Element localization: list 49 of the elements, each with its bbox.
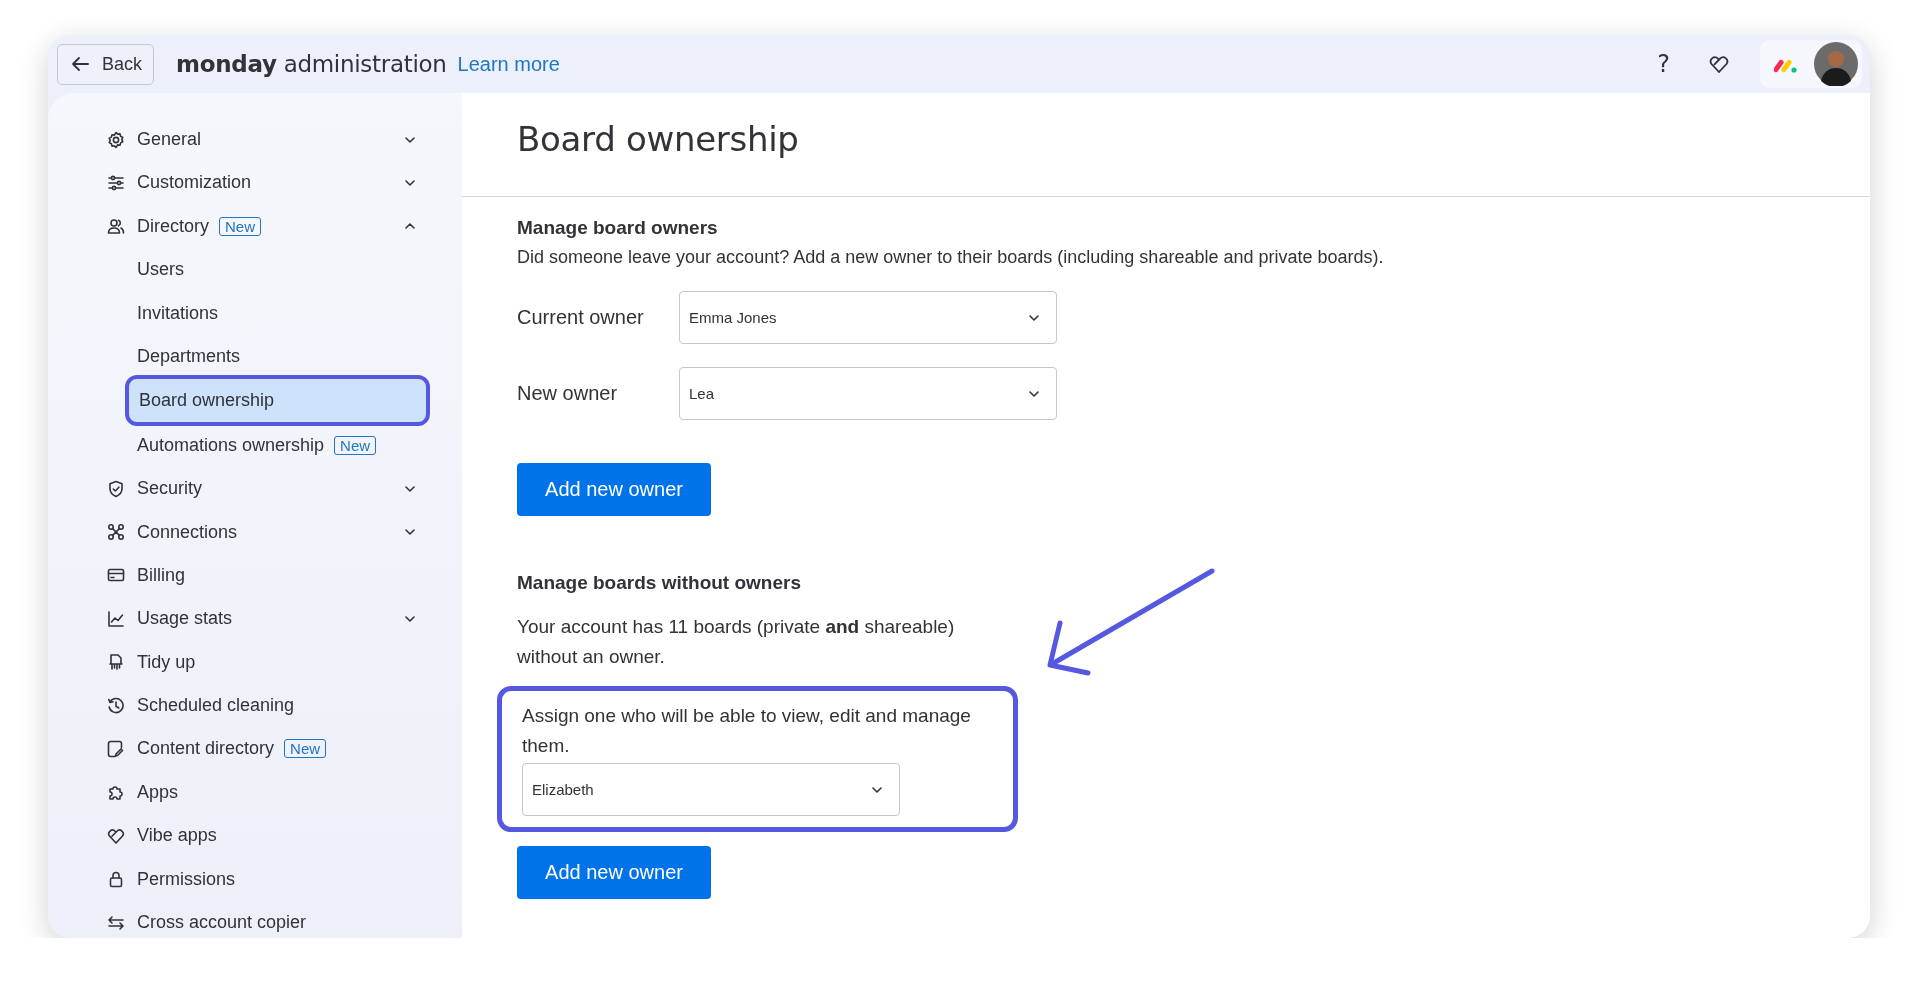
- shield-icon: [106, 478, 126, 499]
- arrow-left-icon: [70, 54, 90, 74]
- learn-more-link[interactable]: Learn more: [457, 52, 560, 76]
- back-button[interactable]: Back: [57, 43, 155, 85]
- owner-dropdown[interactable]: Emma Jones: [679, 291, 1057, 344]
- sidebar-item[interactable]: Automations ownership New: [96, 424, 418, 466]
- sidebar-item[interactable]: Connections: [96, 511, 418, 553]
- section-heading: Manage board owners: [517, 217, 719, 239]
- sidebar-item[interactable]: Billing: [96, 554, 418, 596]
- sidebar-item[interactable]: Tidy up: [96, 641, 418, 683]
- sidebar-item[interactable]: Departments: [96, 335, 418, 377]
- sidebar-item[interactable]: Content directory New: [96, 728, 418, 770]
- note-icon: [106, 738, 126, 759]
- section-heading: Manage boards without owners: [517, 572, 802, 594]
- sidebar-item[interactable]: Scheduled cleaning: [96, 685, 418, 727]
- new-badge: New: [219, 216, 262, 236]
- sidebar-item[interactable]: Usage stats: [96, 598, 418, 640]
- section-description: Did someone leave your account? Add a new owner to their boards (including shareable and private boards).: [517, 246, 1385, 269]
- sidebar-item[interactable]: Users: [96, 249, 418, 291]
- sidebar-item[interactable]: Permissions: [96, 858, 418, 900]
- section-description: Your account has 11 boards (private and shareable) without an owner.: [517, 615, 956, 669]
- sidebar-item[interactable]: Security: [96, 468, 418, 510]
- gear-icon: [106, 129, 126, 150]
- field-label: Current owner: [517, 306, 645, 329]
- sidebar-item[interactable]: Directory New: [96, 205, 418, 247]
- clock-icon: [106, 695, 126, 716]
- new-badge: New: [334, 435, 377, 455]
- sidebar-item[interactable]: Invitations: [96, 292, 418, 334]
- document-icon: [106, 652, 126, 673]
- owner-dropdown[interactable]: Lea: [679, 367, 1057, 420]
- new-badge: New: [284, 739, 327, 759]
- page-title: Board ownership: [517, 119, 800, 159]
- field-label: New owner: [517, 382, 619, 405]
- sidebar-item[interactable]: Apps: [96, 771, 418, 813]
- nodes-icon: [106, 522, 126, 542]
- people-icon: [106, 216, 126, 237]
- assign-text: Assign one who will be able to view, edit and manage them.: [522, 704, 972, 758]
- add-owner-button[interactable]: Add new owner: [517, 846, 711, 899]
- avatar-icon: [1814, 42, 1858, 86]
- owner-dropdown[interactable]: Elizabeth: [522, 763, 900, 816]
- add-owner-button[interactable]: Add new owner: [517, 463, 711, 516]
- sidebar-item[interactable]: Customization: [96, 162, 418, 204]
- sidebar-item[interactable]: Vibe apps: [96, 815, 418, 857]
- app-title: monday administration: [176, 51, 447, 77]
- heart-icon[interactable]: [1708, 53, 1730, 75]
- help-button[interactable]: ?: [1657, 50, 1670, 78]
- chart-icon: [106, 608, 126, 629]
- sidebar-item[interactable]: Cross account copier: [96, 902, 418, 938]
- sidebar-item[interactable]: General: [96, 119, 418, 160]
